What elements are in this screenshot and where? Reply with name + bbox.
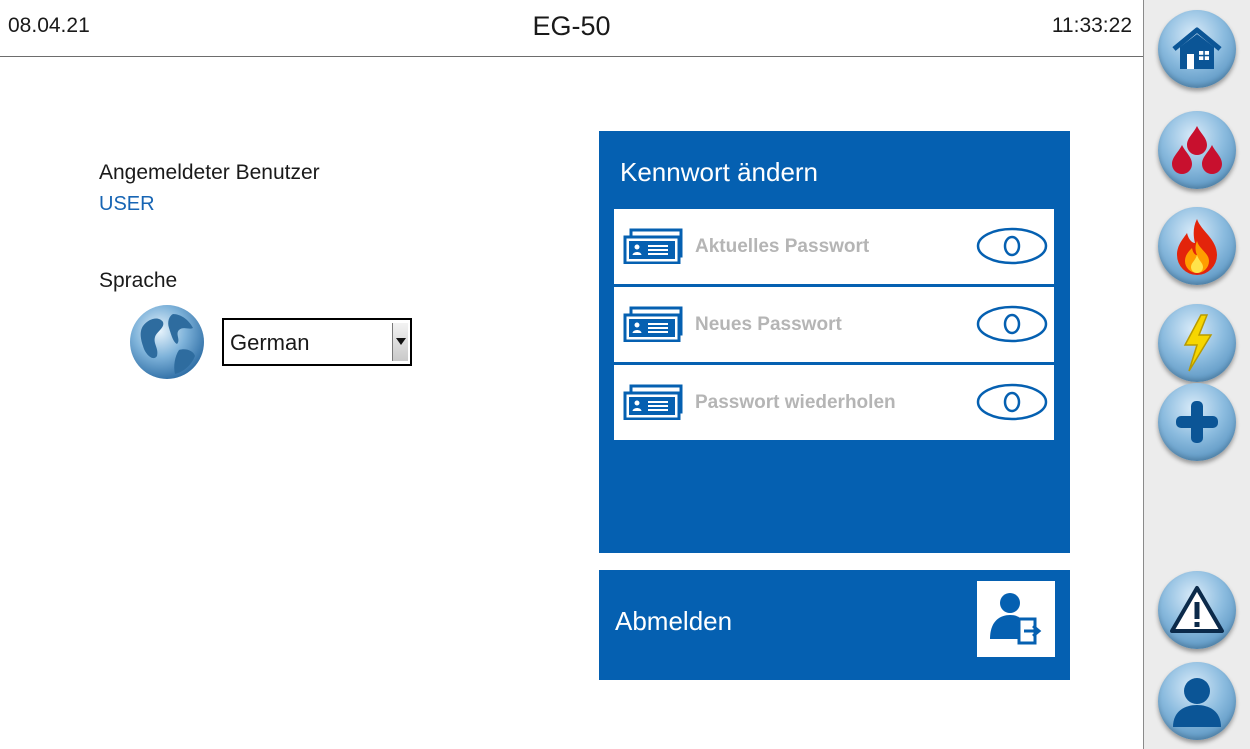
repeat-password-field[interactable]: Passwort wiederholen (614, 365, 1054, 440)
lightning-icon (1177, 313, 1217, 373)
gas-button[interactable] (1158, 111, 1236, 189)
show-password-icon[interactable] (976, 382, 1048, 427)
id-card-icon (623, 306, 685, 347)
logged-in-user-value: USER (99, 193, 155, 215)
logout-label: Abmelden (615, 606, 733, 636)
show-password-icon[interactable] (976, 226, 1048, 271)
fire-icon (1171, 217, 1223, 275)
right-sidebar (1143, 0, 1250, 749)
change-password-title: Kennwort ändern (620, 157, 819, 187)
new-password-placeholder: Neues Passwort (695, 314, 842, 335)
user-icon (1169, 673, 1225, 729)
language-select-value: German (230, 330, 310, 355)
repeat-password-placeholder: Passwort wiederholen (695, 392, 896, 413)
language-label: Sprache (99, 269, 178, 292)
header-bar: 08.04.21 EG-50 11:33:22 (0, 0, 1143, 57)
logout-icon (977, 581, 1055, 657)
fire-button[interactable] (1158, 207, 1236, 285)
current-password-field[interactable]: Aktuelles Passwort (614, 209, 1054, 284)
home-button[interactable] (1158, 10, 1236, 88)
user-button[interactable] (1158, 662, 1236, 740)
current-password-placeholder: Aktuelles Passwort (695, 236, 870, 257)
page-title: EG-50 (532, 11, 611, 41)
globe-icon (129, 304, 205, 380)
home-icon (1171, 27, 1223, 71)
logged-in-user-label: Angemeldeter Benutzer (99, 161, 320, 184)
show-password-icon[interactable] (976, 304, 1048, 349)
change-password-panel: Kennwort ändern Aktuelles Passwort Neues… (599, 131, 1070, 553)
logout-button[interactable]: Abmelden (599, 570, 1070, 680)
time-display: 11:33:22 (1051, 14, 1132, 37)
id-card-icon (623, 384, 685, 425)
plus-icon (1172, 397, 1222, 447)
electricity-button[interactable] (1158, 304, 1236, 382)
id-card-icon (623, 228, 685, 269)
warning-icon (1169, 585, 1225, 635)
gas-drops-icon (1169, 124, 1225, 176)
add-button[interactable] (1158, 383, 1236, 461)
app-root: 08.04.21 EG-50 11:33:22 Angemeldeter Ben… (0, 0, 1250, 749)
chevron-down-icon[interactable] (392, 323, 408, 361)
new-password-field[interactable]: Neues Passwort (614, 287, 1054, 362)
language-select[interactable]: German (222, 318, 412, 366)
alarm-button[interactable] (1158, 571, 1236, 649)
